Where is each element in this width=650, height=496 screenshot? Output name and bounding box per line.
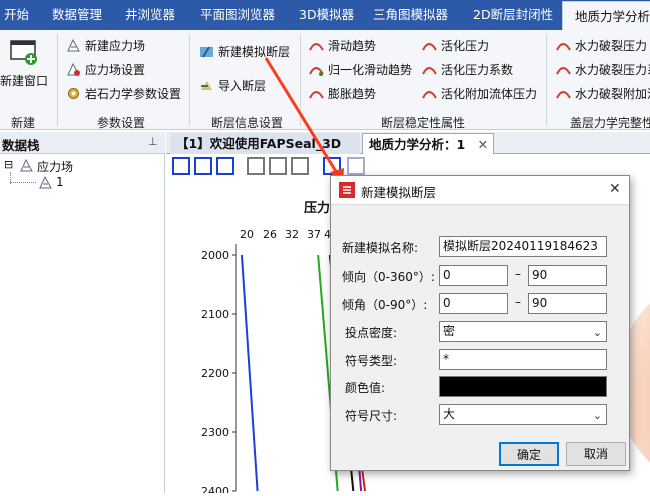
strike-label: 倾向（0-360°）: <box>342 270 435 284</box>
name-label: 新建模拟名称: <box>342 241 419 255</box>
name-input[interactable]: 模拟断层20240119184623 <box>439 236 607 257</box>
symbol-size-label: 符号尺寸: <box>345 409 398 423</box>
dip-range-separator: – <box>515 295 521 309</box>
dip-label: 倾角（0-90°）: <box>342 298 428 312</box>
app-logo-icon <box>339 182 355 198</box>
density-label: 投点密度: <box>345 326 398 340</box>
symbol-size-select[interactable]: 大 ⌄ <box>439 404 607 425</box>
chevron-down-icon: ⌄ <box>592 409 602 422</box>
dialog-title: 新建模拟断层 <box>361 185 437 200</box>
color-swatch[interactable] <box>439 376 607 397</box>
dip-to-input[interactable]: 90 <box>528 293 607 314</box>
chevron-down-icon: ⌄ <box>592 326 602 339</box>
symbol-type-input[interactable]: * <box>439 349 607 370</box>
dialog-titlebar: 新建模拟断层 ✕ <box>331 176 629 204</box>
ok-button[interactable]: 确定 <box>499 442 559 466</box>
cancel-button[interactable]: 取消 <box>566 442 626 466</box>
dialog-body: 新建模拟名称: 模拟断层20240119184623 倾向（0-360°）: 0… <box>331 204 629 470</box>
density-select[interactable]: 密 ⌄ <box>439 321 607 342</box>
symbol-size-value: 大 <box>443 407 456 421</box>
density-value: 密 <box>443 324 456 338</box>
annotation-arrow-diagonal <box>264 57 342 179</box>
dip-from-input[interactable]: 0 <box>439 293 508 314</box>
close-icon[interactable]: ✕ <box>609 181 621 197</box>
new-simulated-fault-dialog: 新建模拟断层 ✕ 新建模拟名称: 模拟断层20240119184623 倾向（0… <box>330 175 630 471</box>
strike-from-input[interactable]: 0 <box>439 265 508 286</box>
strike-range-separator: – <box>515 267 521 281</box>
symbol-type-label: 符号类型: <box>345 354 398 368</box>
strike-to-input[interactable]: 90 <box>528 265 607 286</box>
color-label: 颜色值: <box>345 381 386 395</box>
